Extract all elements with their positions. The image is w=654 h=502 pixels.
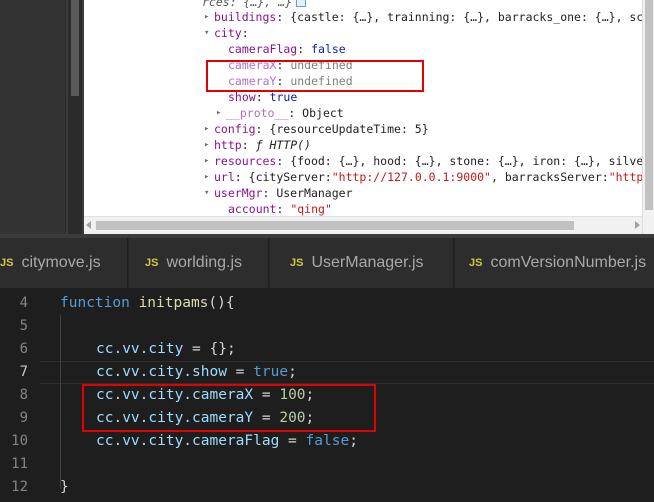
expand-arrow-icon[interactable]: ▸ [204, 137, 214, 153]
javascript-file-icon: JS [469, 257, 483, 269]
expand-arrow-icon[interactable]: ▸ [204, 9, 214, 25]
scrollbar-thumb[interactable] [71, 0, 79, 96]
collapse-arrow-icon[interactable]: ▾ [204, 185, 214, 201]
function-icon: ƒ [255, 138, 263, 152]
code-line-6: cc.vv.city = {}; [96, 341, 236, 357]
line-number: 10 [11, 433, 28, 449]
devtools-console: rces: {…}, …} ▸ buildings: {castle: {…},… [0, 0, 654, 238]
tab-worlding[interactable]: JS worlding.js [129, 238, 269, 288]
line-number-active: 7 [19, 364, 28, 380]
collapse-arrow-icon[interactable]: ▾ [204, 25, 214, 41]
scrollbar-thumb[interactable] [96, 221, 574, 230]
expand-arrow-icon[interactable]: ▸ [204, 153, 214, 169]
javascript-file-icon: JS [290, 257, 304, 269]
line-number-gutter: 4 5 6 7 8 9 10 11 12 [0, 289, 40, 502]
code-line-4: function initpams(){ [60, 295, 235, 311]
tree-row-url[interactable]: ▸ url: {cityServer: "http://127.0.0.1:90… [204, 169, 642, 185]
tree-row-resources[interactable]: ▸ resources: {food: {…}, hood: {…}, ston… [204, 153, 642, 169]
object-inspector-panel: rces: {…}, …} ▸ buildings: {castle: {…},… [84, 0, 642, 234]
tree-row-city[interactable]: ▾ city: [204, 25, 249, 41]
expand-arrow-icon[interactable]: ▸ [204, 169, 214, 185]
line-number: 8 [19, 387, 28, 403]
line-number: 12 [11, 479, 28, 495]
javascript-file-icon: JS [0, 257, 14, 269]
code-editor[interactable]: 4 5 6 7 8 9 10 11 12 function initpams()… [0, 289, 654, 502]
highlight-box-editor [82, 384, 376, 432]
scroll-right-icon[interactable] [635, 221, 640, 229]
highlight-box-devtools [206, 60, 424, 92]
line-number: 11 [11, 456, 28, 472]
javascript-file-icon: JS [145, 257, 159, 269]
vertical-scrollbar[interactable] [642, 0, 654, 234]
scrollbar-thumb[interactable] [645, 0, 653, 210]
code-line-12: } [60, 479, 69, 495]
line-number: 5 [19, 318, 28, 334]
tab-citymove[interactable]: JS citymove.js [0, 238, 128, 288]
devtools-left-pane [0, 0, 66, 238]
tree-row-proto[interactable]: ▸ __proto__: Object [216, 105, 344, 121]
horizontal-scrollbar[interactable] [84, 216, 642, 234]
line-number: 4 [19, 295, 28, 311]
tree-row-buildings[interactable]: ▸ buildings: {castle: {…}, trainning: {…… [204, 9, 642, 25]
code-line-10: cc.vv.city.cameraFlag = false; [96, 433, 358, 449]
scroll-left-icon[interactable] [86, 221, 91, 229]
tree-row-usermgr[interactable]: ▾ userMgr: UserManager [204, 185, 353, 201]
tree-row-cameraflag: cameraFlag: false [228, 42, 346, 56]
left-pane-scrollbar[interactable] [68, 0, 82, 234]
expand-arrow-icon[interactable]: ▸ [216, 105, 226, 121]
tree-row-http[interactable]: ▸ http: ƒ HTTP() [204, 137, 311, 153]
code-line-7: cc.vv.city.show = true; [96, 364, 297, 380]
info-icon [296, 0, 307, 7]
tab-comversionnumber[interactable]: JS comVersionNumber.js [455, 238, 654, 288]
line-number: 9 [19, 410, 28, 426]
tree-row-account: account: "qing" [228, 202, 332, 216]
editor-tab-bar: JS citymove.js JS worlding.js JS UserMan… [0, 238, 654, 288]
tree-row-config[interactable]: ▸ config: {resourceUpdateTime: 5} [204, 121, 429, 137]
expand-arrow-icon[interactable]: ▸ [204, 121, 214, 137]
tab-usermanager[interactable]: JS UserManager.js [270, 238, 454, 288]
line-number: 6 [19, 341, 28, 357]
